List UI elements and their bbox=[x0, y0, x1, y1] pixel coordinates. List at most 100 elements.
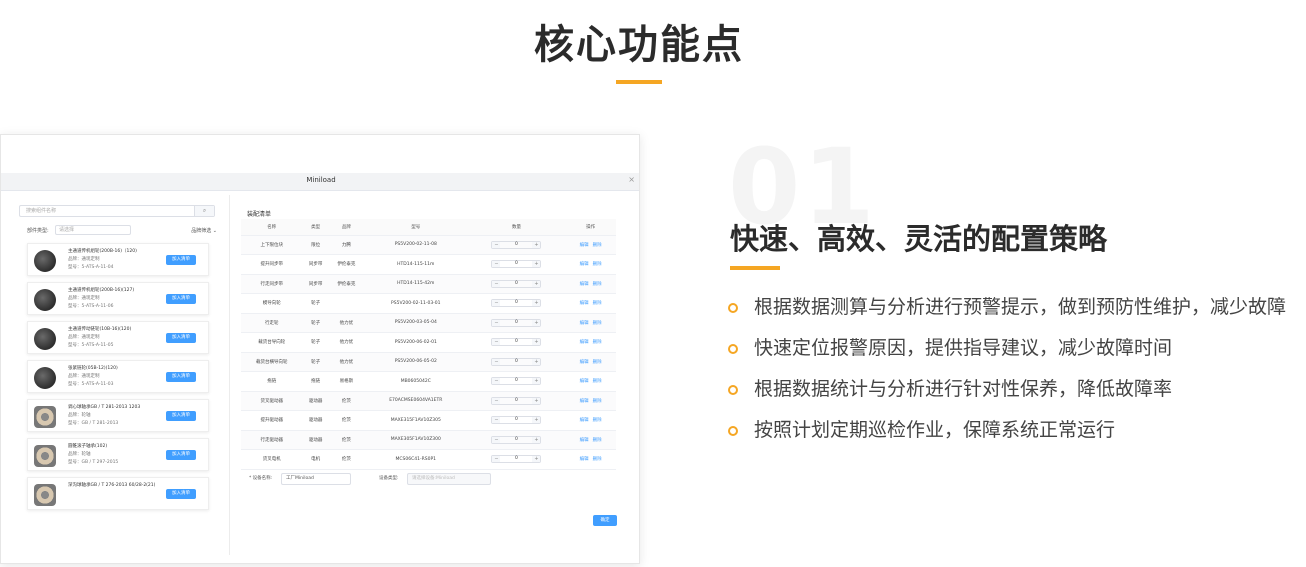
config-title: 装配清单 bbox=[247, 211, 272, 218]
table-cell: 同步带 bbox=[302, 254, 329, 275]
confirm-button[interactable]: 确定 bbox=[593, 515, 617, 526]
device-name-field[interactable]: 工厂Miniload bbox=[281, 473, 351, 485]
table-cell: PS5V200-02-11-08 bbox=[363, 235, 468, 255]
table-cell: 伦茨 bbox=[328, 430, 364, 450]
delete-link[interactable]: 删除 bbox=[593, 243, 602, 248]
add-to-list-button[interactable]: 加入清单 bbox=[166, 333, 196, 343]
search-input[interactable]: 搜索组件名称 ⌕ bbox=[19, 205, 215, 217]
quantity-value: 0 bbox=[515, 300, 518, 306]
table-row: 行走同步带 同步带 伊伦泰克 HTD14-115-42m − 0 + 编辑 删除 bbox=[241, 274, 616, 294]
quantity-value: 0 bbox=[515, 397, 518, 403]
edit-link[interactable]: 编辑 bbox=[580, 243, 589, 248]
minus-icon[interactable]: − bbox=[492, 261, 501, 268]
delete-link[interactable]: 删除 bbox=[593, 262, 602, 267]
search-icon[interactable]: ⌕ bbox=[194, 206, 214, 216]
minus-icon[interactable]: − bbox=[492, 280, 501, 287]
table-cell: 限位 bbox=[302, 235, 329, 255]
edit-link[interactable]: 编辑 bbox=[580, 360, 589, 365]
edit-link[interactable]: 编辑 bbox=[580, 418, 589, 423]
edit-link[interactable]: 编辑 bbox=[580, 438, 589, 443]
quantity-stepper[interactable]: − 0 + bbox=[491, 299, 542, 308]
table-cell: 伊伦泰克 bbox=[328, 254, 364, 275]
delete-link[interactable]: 删除 bbox=[593, 418, 602, 423]
quantity-stepper[interactable]: − 0 + bbox=[491, 338, 542, 347]
delete-link[interactable]: 删除 bbox=[593, 379, 602, 384]
product-name: 深沟球轴承GB / T 276-2013 60/28-2(21) bbox=[68, 483, 156, 488]
add-to-list-button[interactable]: 加入清单 bbox=[166, 411, 196, 421]
plus-icon[interactable]: + bbox=[532, 280, 541, 287]
delete-link[interactable]: 删除 bbox=[593, 282, 602, 287]
minus-icon[interactable]: − bbox=[492, 378, 501, 385]
plus-icon[interactable]: + bbox=[532, 319, 541, 326]
add-to-list-button[interactable]: 加入清单 bbox=[166, 255, 196, 265]
table-header: 型号 bbox=[363, 219, 468, 236]
edit-link[interactable]: 编辑 bbox=[580, 340, 589, 345]
plus-icon[interactable]: + bbox=[532, 378, 541, 385]
edit-link[interactable]: 编辑 bbox=[580, 379, 589, 384]
product-model: 型号：5-ATS-A-11-05 bbox=[68, 343, 114, 348]
table-cell: MAXE315F1AV10Z305 bbox=[363, 410, 468, 431]
table-row: 行走轮 轮子 他力优 PS5V200-03-05-04 − 0 + 编辑 删除 bbox=[241, 313, 616, 333]
product-card: 调心球轴承GB / T 281-2013 1203 品牌：轮轴 型号：GB / T … bbox=[27, 399, 209, 432]
table-cell: 电机 bbox=[302, 449, 329, 470]
minus-icon[interactable]: − bbox=[492, 436, 501, 443]
device-type-field[interactable]: 请选择设备:Miniload bbox=[407, 473, 491, 485]
quantity-stepper[interactable]: − 0 + bbox=[491, 240, 542, 249]
quantity-stepper[interactable]: − 0 + bbox=[491, 377, 542, 386]
plus-icon[interactable]: + bbox=[532, 300, 541, 307]
bullet-circle-icon bbox=[728, 344, 738, 354]
edit-link[interactable]: 编辑 bbox=[580, 262, 589, 267]
table-row: 上下限位块 限位 力腾 PS5V200-02-11-08 − 0 + 编辑 删除 bbox=[241, 235, 616, 255]
plus-icon[interactable]: + bbox=[532, 436, 541, 443]
minus-icon[interactable]: − bbox=[492, 339, 501, 346]
quantity-stepper[interactable]: − 0 + bbox=[491, 416, 542, 425]
delete-link[interactable]: 删除 bbox=[593, 321, 602, 326]
table-row: 货叉驱动器 驱动器 伦茨 E70ACMSE0604VA1ETR − 0 + 编辑 删除 bbox=[241, 391, 616, 411]
minus-icon[interactable]: − bbox=[492, 300, 501, 307]
add-to-list-button[interactable]: 加入清单 bbox=[166, 294, 196, 304]
quantity-stepper[interactable]: − 0 + bbox=[491, 318, 542, 327]
plus-icon[interactable]: + bbox=[532, 261, 541, 268]
plus-icon[interactable]: + bbox=[532, 339, 541, 346]
table-cell: 拖链 bbox=[241, 371, 303, 392]
table-cell: HTD14-115-11m bbox=[363, 254, 468, 275]
minus-icon[interactable]: − bbox=[492, 319, 501, 326]
minus-icon[interactable]: − bbox=[492, 241, 501, 248]
type-select[interactable]: 请选择 bbox=[55, 225, 131, 235]
bullet-circle-icon bbox=[728, 385, 738, 395]
add-to-list-button[interactable]: 加入清单 bbox=[166, 450, 196, 460]
delete-link[interactable]: 删除 bbox=[593, 438, 602, 443]
quantity-stepper[interactable]: − 0 + bbox=[491, 455, 542, 464]
feature-bullet: 根据数据测算与分析进行预警提示，做到预防性维护，减少故障 bbox=[728, 294, 1288, 320]
add-to-list-button[interactable]: 加入清单 bbox=[166, 489, 196, 499]
plus-icon[interactable]: + bbox=[532, 397, 541, 404]
delete-link[interactable]: 删除 bbox=[593, 360, 602, 365]
delete-link[interactable]: 删除 bbox=[593, 457, 602, 462]
delete-link[interactable]: 删除 bbox=[593, 340, 602, 345]
quantity-stepper[interactable]: − 0 + bbox=[491, 435, 542, 444]
edit-link[interactable]: 编辑 bbox=[580, 282, 589, 287]
quantity-cell: − 0 + bbox=[467, 274, 566, 294]
quantity-stepper[interactable]: − 0 + bbox=[491, 396, 542, 405]
plus-icon[interactable]: + bbox=[532, 456, 541, 463]
minus-icon[interactable]: − bbox=[492, 358, 501, 365]
edit-link[interactable]: 编辑 bbox=[580, 399, 589, 404]
product-model: 型号：GB / T 281-2013 bbox=[68, 421, 119, 426]
brand-filter[interactable]: 品牌筛选 ⌄ bbox=[191, 227, 217, 234]
plus-icon[interactable]: + bbox=[532, 417, 541, 424]
edit-link[interactable]: 编辑 bbox=[580, 321, 589, 326]
plus-icon[interactable]: + bbox=[532, 358, 541, 365]
edit-link[interactable]: 编辑 bbox=[580, 457, 589, 462]
add-to-list-button[interactable]: 加入清单 bbox=[166, 372, 196, 382]
minus-icon[interactable]: − bbox=[492, 397, 501, 404]
close-icon[interactable]: × bbox=[628, 175, 635, 184]
minus-icon[interactable]: − bbox=[492, 417, 501, 424]
minus-icon[interactable]: − bbox=[492, 456, 501, 463]
quantity-stepper[interactable]: − 0 + bbox=[491, 279, 542, 288]
plus-icon[interactable]: + bbox=[532, 241, 541, 248]
edit-link[interactable]: 编辑 bbox=[580, 301, 589, 306]
delete-link[interactable]: 删除 bbox=[593, 399, 602, 404]
quantity-stepper[interactable]: − 0 + bbox=[491, 260, 542, 269]
quantity-stepper[interactable]: − 0 + bbox=[491, 357, 542, 366]
delete-link[interactable]: 删除 bbox=[593, 301, 602, 306]
